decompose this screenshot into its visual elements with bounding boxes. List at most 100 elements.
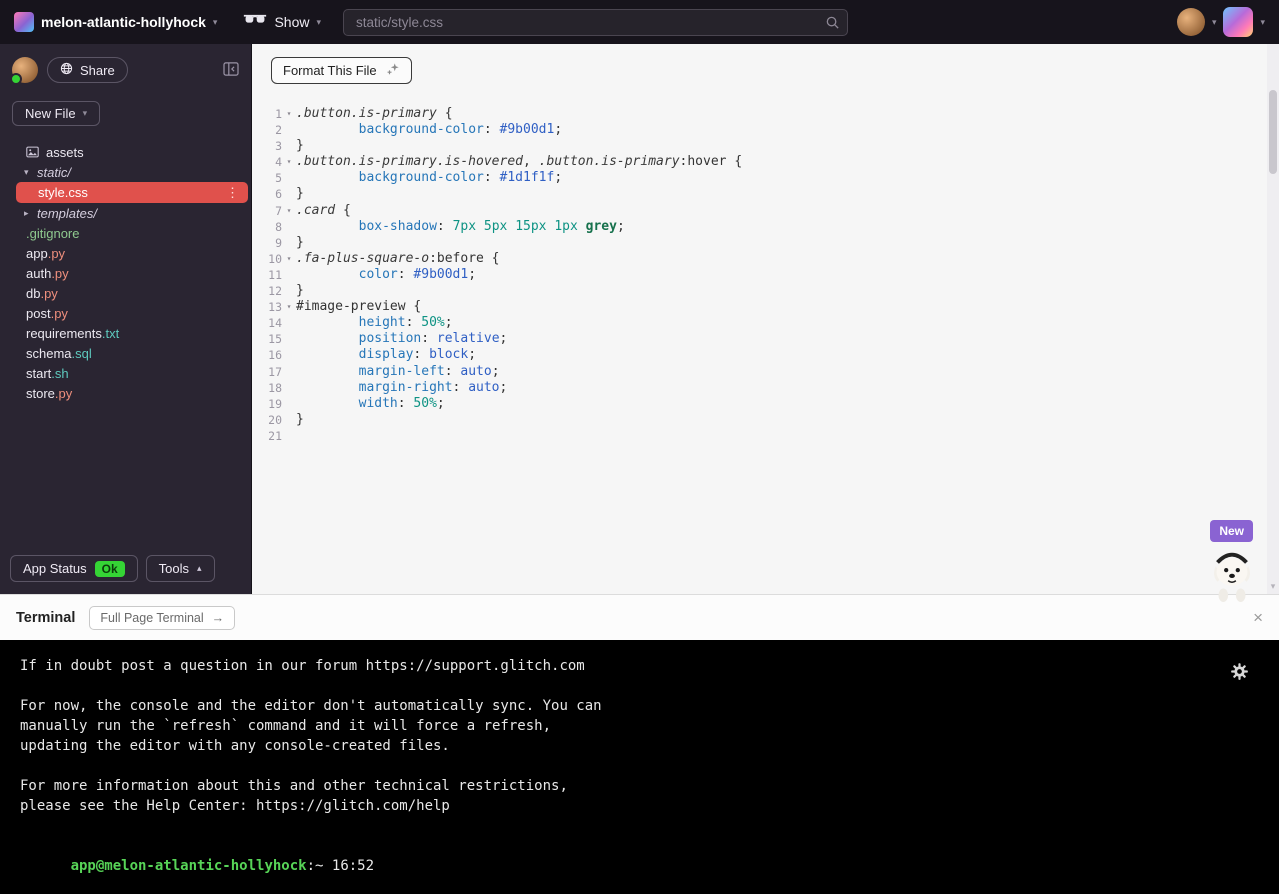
file-row-style-css[interactable]: style.css⋮ <box>16 182 248 203</box>
file-row-post-py[interactable]: post.py <box>0 303 251 323</box>
code-text[interactable]: } <box>296 235 1279 251</box>
code-line-20[interactable]: 20} <box>252 412 1279 428</box>
code-line-3[interactable]: 3} <box>252 138 1279 154</box>
file-row-auth-py[interactable]: auth.py <box>0 263 251 283</box>
code-line-11[interactable]: 11 color: #9b00d1; <box>252 267 1279 283</box>
code-line-14[interactable]: 14 height: 50%; <box>252 315 1279 331</box>
status-badge: Ok <box>95 561 125 577</box>
new-file-button[interactable]: New File ▾ <box>12 101 100 126</box>
line-number: 6 <box>252 186 282 202</box>
app-status-button[interactable]: App Status Ok <box>10 555 138 582</box>
code-text[interactable]: .fa-plus-square-o:before { <box>296 251 1279 267</box>
full-page-terminal-button[interactable]: Full Page Terminal → <box>89 606 235 630</box>
project-avatar[interactable] <box>1223 7 1253 37</box>
code-line-6[interactable]: 6} <box>252 186 1279 202</box>
code-line-17[interactable]: 17 margin-left: auto; <box>252 364 1279 380</box>
code-text[interactable] <box>296 428 1279 444</box>
file-row-templates[interactable]: ▸templates/ <box>0 203 251 223</box>
mascot-dog[interactable] <box>1209 545 1255 608</box>
code-text[interactable]: } <box>296 138 1279 154</box>
code-line-1[interactable]: 1▾.button.is-primary { <box>252 106 1279 122</box>
code-text[interactable]: margin-left: auto; <box>296 364 1279 380</box>
fold-gutter <box>282 122 296 138</box>
chevron-right-icon[interactable]: ▸ <box>24 208 37 219</box>
fold-chevron-icon[interactable]: ▾ <box>282 106 296 122</box>
code-text[interactable]: } <box>296 412 1279 428</box>
code-line-19[interactable]: 19 width: 50%; <box>252 396 1279 412</box>
top-bar: melon-atlantic-hollyhock ▾ Show ▾ ▾ ▾ <box>0 0 1279 44</box>
fold-chevron-icon[interactable]: ▾ <box>282 154 296 170</box>
code-line-2[interactable]: 2 background-color: #9b00d1; <box>252 122 1279 138</box>
code-text[interactable]: margin-right: auto; <box>296 380 1279 396</box>
scroll-down-icon[interactable]: ▾ <box>1267 581 1279 592</box>
code-line-15[interactable]: 15 position: relative; <box>252 331 1279 347</box>
fold-chevron-icon[interactable]: ▾ <box>282 203 296 219</box>
format-file-button[interactable]: Format This File <box>271 57 412 84</box>
show-menu[interactable]: Show ▾ <box>243 13 321 31</box>
code-line-16[interactable]: 16 display: block; <box>252 347 1279 363</box>
settings-gear-icon[interactable] <box>1230 662 1249 687</box>
code-text[interactable]: color: #9b00d1; <box>296 267 1279 283</box>
chevron-down-icon[interactable]: ▾ <box>1212 17 1217 28</box>
file-menu-icon[interactable]: ⋮ <box>226 185 248 201</box>
file-row-schema-sql[interactable]: schema.sql <box>0 343 251 363</box>
code-line-4[interactable]: 4▾.button.is-primary.is-hovered, .button… <box>252 154 1279 170</box>
file-row-static[interactable]: ▾static/ <box>0 162 251 182</box>
code-text[interactable]: .button.is-primary { <box>296 106 1279 122</box>
member-avatar[interactable] <box>12 57 38 83</box>
code-line-5[interactable]: 5 background-color: #1d1f1f; <box>252 170 1279 186</box>
chevron-down-icon[interactable]: ▾ <box>1260 17 1265 28</box>
code-line-13[interactable]: 13▾#image-preview { <box>252 299 1279 315</box>
chevron-up-icon: ▴ <box>197 563 202 574</box>
code-text[interactable]: position: relative; <box>296 331 1279 347</box>
code-line-21[interactable]: 21 <box>252 428 1279 444</box>
code-line-10[interactable]: 10▾.fa-plus-square-o:before { <box>252 251 1279 267</box>
code-line-7[interactable]: 7▾.card { <box>252 203 1279 219</box>
code-line-8[interactable]: 8 box-shadow: 7px 5px 15px 1px grey; <box>252 219 1279 235</box>
share-button[interactable]: Share <box>47 57 128 83</box>
code-text[interactable]: height: 50%; <box>296 315 1279 331</box>
line-number: 20 <box>252 412 282 428</box>
sunglasses-icon <box>243 13 267 31</box>
file-row-start-sh[interactable]: start.sh <box>0 363 251 383</box>
code-text[interactable]: .card { <box>296 203 1279 219</box>
code-text[interactable]: display: block; <box>296 347 1279 363</box>
collapse-sidebar-button[interactable] <box>221 60 241 81</box>
code-text[interactable]: background-color: #9b00d1; <box>296 122 1279 138</box>
code-text[interactable]: #image-preview { <box>296 299 1279 315</box>
code-area[interactable]: 1▾.button.is-primary {2 background-color… <box>252 106 1279 444</box>
file-row-gitignore[interactable]: .gitignore <box>0 223 251 243</box>
code-text[interactable]: } <box>296 186 1279 202</box>
code-editor[interactable]: Format This File 1▾.button.is-primary {2… <box>252 44 1279 594</box>
user-avatar[interactable] <box>1177 8 1205 36</box>
code-line-18[interactable]: 18 margin-right: auto; <box>252 380 1279 396</box>
file-row-requirements-txt[interactable]: requirements.txt <box>0 323 251 343</box>
close-terminal-button[interactable]: × <box>1253 608 1263 628</box>
project-name-menu[interactable]: melon-atlantic-hollyhock ▾ <box>14 12 217 32</box>
file-row-app-py[interactable]: app.py <box>0 243 251 263</box>
glitch-editor-app: melon-atlantic-hollyhock ▾ Show ▾ ▾ ▾ <box>0 0 1279 894</box>
terminal-line: manually run the `refresh` command and i… <box>20 716 1279 736</box>
search-input[interactable] <box>343 9 848 36</box>
editor-scrollbar[interactable]: ▾ <box>1267 44 1279 594</box>
code-line-12[interactable]: 12} <box>252 283 1279 299</box>
terminal-line: please see the Help Center: https://glit… <box>20 796 1279 816</box>
code-text[interactable]: } <box>296 283 1279 299</box>
file-row-store-py[interactable]: store.py <box>0 383 251 403</box>
code-line-9[interactable]: 9} <box>252 235 1279 251</box>
fold-gutter <box>282 170 296 186</box>
line-number: 2 <box>252 122 282 138</box>
code-text[interactable]: width: 50%; <box>296 396 1279 412</box>
fold-chevron-icon[interactable]: ▾ <box>282 299 296 315</box>
code-text[interactable]: background-color: #1d1f1f; <box>296 170 1279 186</box>
tools-button[interactable]: Tools ▴ <box>146 555 215 582</box>
line-number: 8 <box>252 219 282 235</box>
file-row-assets[interactable]: assets <box>0 142 251 162</box>
file-row-db-py[interactable]: db.py <box>0 283 251 303</box>
fold-chevron-icon[interactable]: ▾ <box>282 251 296 267</box>
editor-scrollbar-thumb[interactable] <box>1269 90 1277 174</box>
code-text[interactable]: .button.is-primary.is-hovered, .button.i… <box>296 154 1279 170</box>
chevron-down-icon[interactable]: ▾ <box>24 167 37 178</box>
code-text[interactable]: box-shadow: 7px 5px 15px 1px grey; <box>296 219 1279 235</box>
terminal-body[interactable]: If in doubt post a question in our forum… <box>0 640 1279 894</box>
